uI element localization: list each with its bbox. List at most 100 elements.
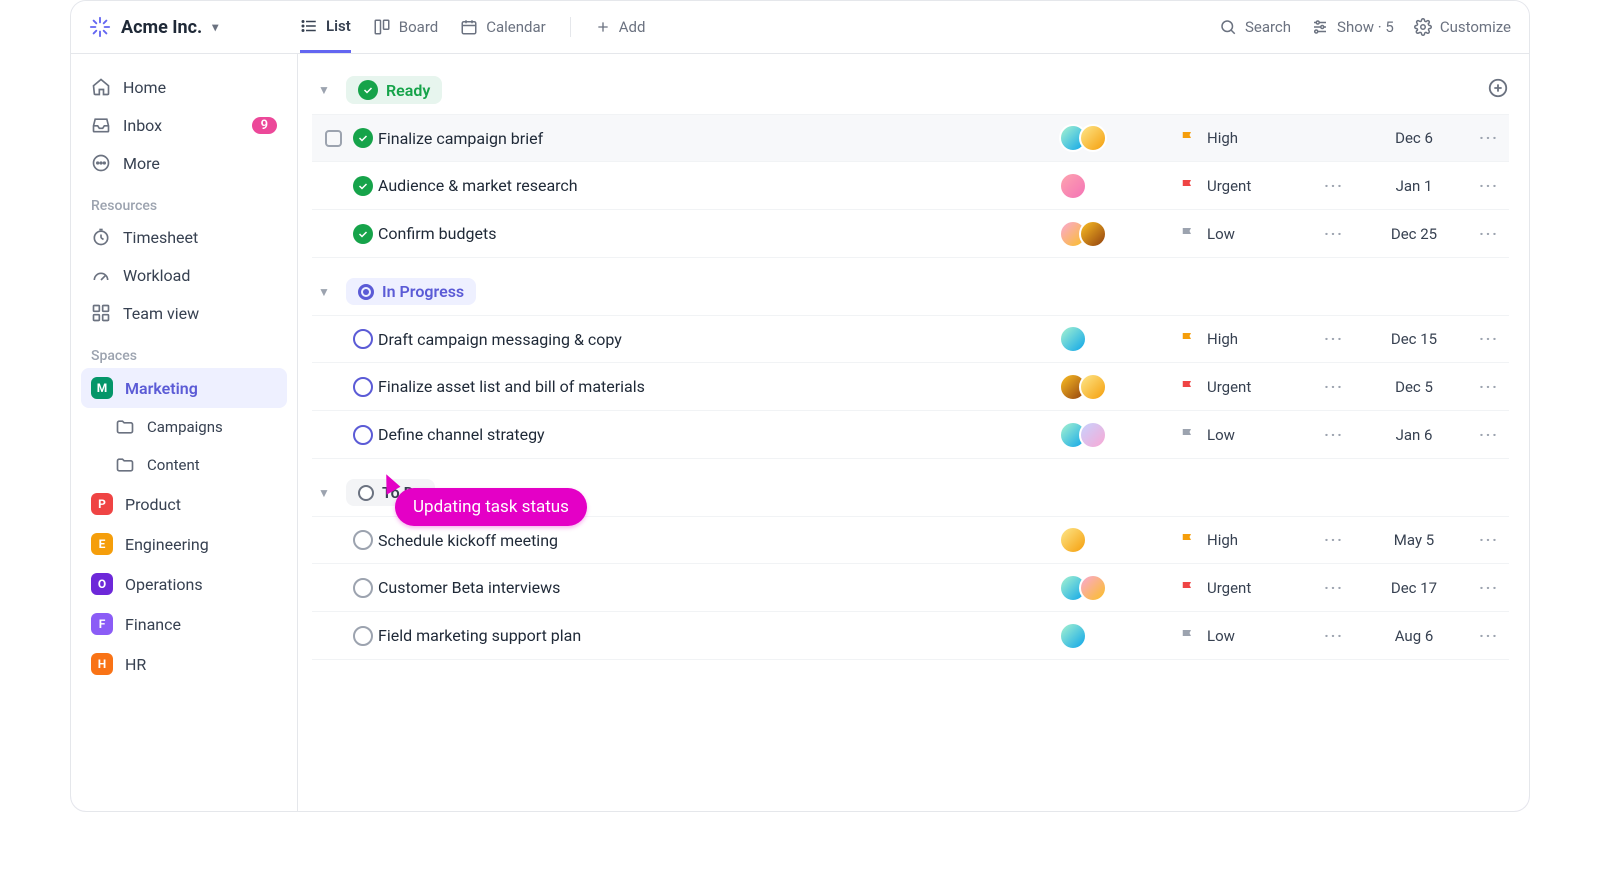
- task-row[interactable]: Field marketing support plan Low ··· Aug…: [312, 612, 1509, 660]
- space-marketing[interactable]: M Marketing: [81, 368, 287, 408]
- row-menu[interactable]: ···: [1469, 378, 1509, 396]
- assignees[interactable]: [1059, 220, 1107, 248]
- row-extra[interactable]: ···: [1309, 378, 1359, 396]
- row-menu[interactable]: ···: [1469, 627, 1509, 645]
- space-hr-icon: H: [91, 653, 113, 675]
- group-inprogress-collapse[interactable]: ▼: [318, 285, 334, 299]
- priority[interactable]: Urgent: [1179, 177, 1309, 195]
- assignees[interactable]: [1059, 421, 1107, 449]
- more-horizontal-icon: ···: [1324, 378, 1344, 396]
- priority[interactable]: Low: [1179, 225, 1309, 243]
- space-product[interactable]: P Product: [81, 484, 287, 524]
- row-extra[interactable]: ···: [1309, 177, 1359, 195]
- due-date[interactable]: May 5: [1359, 531, 1469, 549]
- search-button[interactable]: Search: [1219, 18, 1291, 36]
- row-extra[interactable]: ···: [1309, 579, 1359, 597]
- status-open-icon[interactable]: [353, 425, 373, 445]
- nav-workload[interactable]: Workload: [81, 256, 287, 294]
- customize-button[interactable]: Customize: [1414, 18, 1511, 36]
- task-row[interactable]: Customer Beta interviews Urgent ··· Dec …: [312, 564, 1509, 612]
- nav-home[interactable]: Home: [81, 68, 287, 106]
- priority[interactable]: High: [1179, 330, 1309, 348]
- status-done-icon[interactable]: [353, 176, 373, 196]
- view-calendar[interactable]: Calendar: [460, 1, 546, 53]
- view-switcher: List Board Calendar Add: [300, 1, 645, 53]
- task-row[interactable]: Define channel strategy Low ··· Jan 6 ··…: [312, 411, 1509, 459]
- view-list[interactable]: List: [300, 1, 351, 53]
- due-date[interactable]: Dec 25: [1359, 225, 1469, 243]
- status-open-icon[interactable]: [353, 626, 373, 646]
- row-menu[interactable]: ···: [1469, 531, 1509, 549]
- status-open-icon[interactable]: [353, 578, 373, 598]
- status-open-icon[interactable]: [353, 329, 373, 349]
- priority[interactable]: Urgent: [1179, 378, 1309, 396]
- group-inprogress: ▼ In Progress Draft campaign messaging &…: [312, 272, 1509, 459]
- space-finance[interactable]: F Finance: [81, 604, 287, 644]
- more-horizontal-icon: ···: [1324, 177, 1344, 195]
- due-date[interactable]: Aug 6: [1359, 627, 1469, 645]
- more-horizontal-icon: ···: [1324, 426, 1344, 444]
- board-icon: [373, 18, 391, 36]
- add-view-button[interactable]: Add: [595, 1, 646, 53]
- status-done-icon[interactable]: [353, 224, 373, 244]
- priority[interactable]: High: [1179, 129, 1309, 147]
- space-marketing-campaigns[interactable]: Campaigns: [81, 408, 287, 446]
- nav-more[interactable]: More: [81, 144, 287, 182]
- row-menu[interactable]: ···: [1469, 579, 1509, 597]
- task-row[interactable]: Confirm budgets Low ··· Dec 25 ···: [312, 210, 1509, 258]
- due-date[interactable]: Dec 17: [1359, 579, 1469, 597]
- show-columns-button[interactable]: Show · 5: [1311, 18, 1394, 36]
- row-menu[interactable]: ···: [1469, 330, 1509, 348]
- assignees[interactable]: [1059, 325, 1087, 353]
- status-done-icon[interactable]: [353, 128, 373, 148]
- task-row[interactable]: Draft campaign messaging & copy High ···…: [312, 315, 1509, 363]
- space-marketing-content[interactable]: Content: [81, 446, 287, 484]
- assignees[interactable]: [1059, 526, 1087, 554]
- priority[interactable]: Low: [1179, 426, 1309, 444]
- space-operations[interactable]: O Operations: [81, 564, 287, 604]
- group-todo-collapse[interactable]: ▼: [318, 486, 334, 500]
- task-row[interactable]: Audience & market research Urgent ··· Ja…: [312, 162, 1509, 210]
- more-horizontal-icon: ···: [1479, 129, 1499, 147]
- group-ready-add[interactable]: [1487, 77, 1509, 103]
- row-menu[interactable]: ···: [1469, 129, 1509, 147]
- group-ready-collapse[interactable]: ▼: [318, 83, 334, 97]
- priority[interactable]: Low: [1179, 627, 1309, 645]
- task-row[interactable]: Finalize asset list and bill of material…: [312, 363, 1509, 411]
- status-open-icon[interactable]: [353, 377, 373, 397]
- row-menu[interactable]: ···: [1469, 177, 1509, 195]
- row-extra[interactable]: ···: [1309, 225, 1359, 243]
- assignees[interactable]: [1059, 373, 1107, 401]
- group-inprogress-pill[interactable]: In Progress: [346, 278, 476, 305]
- task-title: Finalize campaign brief: [378, 129, 1059, 148]
- due-date[interactable]: Dec 6: [1359, 129, 1469, 147]
- row-menu[interactable]: ···: [1469, 225, 1509, 243]
- assignees[interactable]: [1059, 574, 1107, 602]
- group-ready-pill[interactable]: Ready: [346, 76, 442, 104]
- row-menu[interactable]: ···: [1469, 426, 1509, 444]
- task-checkbox[interactable]: [325, 130, 342, 147]
- task-row[interactable]: Finalize campaign brief High Dec 6 ···: [312, 114, 1509, 162]
- priority[interactable]: Urgent: [1179, 579, 1309, 597]
- view-board[interactable]: Board: [373, 1, 438, 53]
- row-extra[interactable]: ···: [1309, 426, 1359, 444]
- status-open-icon[interactable]: [353, 530, 373, 550]
- space-hr[interactable]: H HR: [81, 644, 287, 684]
- due-date[interactable]: Dec 5: [1359, 378, 1469, 396]
- space-engineering[interactable]: E Engineering: [81, 524, 287, 564]
- row-extra[interactable]: ···: [1309, 330, 1359, 348]
- workspace-switcher[interactable]: Acme Inc. ▾: [89, 16, 284, 38]
- nav-teamview[interactable]: Team view: [81, 294, 287, 332]
- assignees[interactable]: [1059, 622, 1087, 650]
- plus-circle-icon: [1487, 77, 1509, 99]
- assignees[interactable]: [1059, 172, 1087, 200]
- due-date[interactable]: Jan 6: [1359, 426, 1469, 444]
- assignees[interactable]: [1059, 124, 1107, 152]
- nav-timesheet[interactable]: Timesheet: [81, 218, 287, 256]
- row-extra[interactable]: ···: [1309, 531, 1359, 549]
- due-date[interactable]: Jan 1: [1359, 177, 1469, 195]
- nav-inbox[interactable]: Inbox 9: [81, 106, 287, 144]
- row-extra[interactable]: ···: [1309, 627, 1359, 645]
- due-date[interactable]: Dec 15: [1359, 330, 1469, 348]
- priority[interactable]: High: [1179, 531, 1309, 549]
